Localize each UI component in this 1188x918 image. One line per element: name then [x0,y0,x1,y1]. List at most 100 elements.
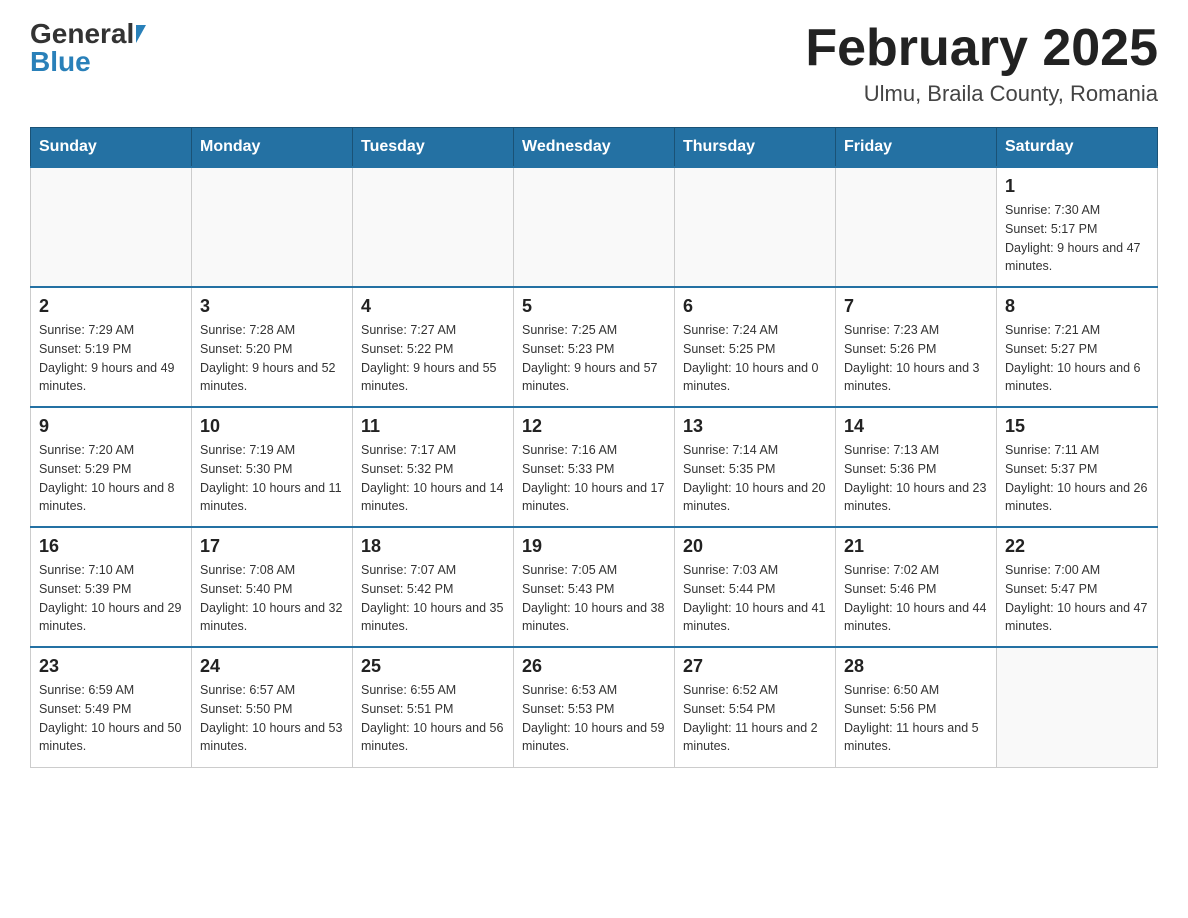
day-number: 5 [522,296,666,317]
day-info: Sunrise: 7:14 AMSunset: 5:35 PMDaylight:… [683,441,827,516]
calendar-cell: 19Sunrise: 7:05 AMSunset: 5:43 PMDayligh… [514,527,675,647]
day-info: Sunrise: 6:59 AMSunset: 5:49 PMDaylight:… [39,681,183,756]
week-row-4: 16Sunrise: 7:10 AMSunset: 5:39 PMDayligh… [31,527,1158,647]
day-header-saturday: Saturday [997,128,1158,168]
calendar-cell: 26 Sunrise: 6:53 AMSunset: 5:53 PMDayligh… [514,647,675,767]
day-number: 14 [844,416,988,437]
day-info: Sunrise: 7:29 AMSunset: 5:19 PMDaylight:… [39,321,183,396]
day-number: 6 [683,296,827,317]
calendar-cell: 22 Sunrise: 7:00 AMSunset: 5:47 PMDayligh… [997,527,1158,647]
day-number: 13 [683,416,827,437]
calendar-cell: 4 Sunrise: 7:27 AMSunset: 5:22 PMDaylight… [353,287,514,407]
calendar-cell: 23 Sunrise: 6:59 AMSunset: 5:49 PMDayligh… [31,647,192,767]
week-row-1: 1Sunrise: 7:30 AMSunset: 5:17 PMDaylight… [31,167,1158,287]
day-header-thursday: Thursday [675,128,836,168]
calendar-cell: 28Sunrise: 6:50 AMSunset: 5:56 PMDayligh… [836,647,997,767]
day-number: 20 [683,536,827,557]
day-number: 7 [844,296,988,317]
day-header-wednesday: Wednesday [514,128,675,168]
calendar-cell [836,167,997,287]
logo: General Blue [30,20,146,76]
day-info: Sunrise: 7:20 AMSunset: 5:29 PMDaylight:… [39,441,183,516]
calendar-cell [997,647,1158,767]
day-info: Sunrise: 7:23 AMSunset: 5:26 PMDaylight:… [844,321,988,396]
day-info: Sunrise: 7:30 AMSunset: 5:17 PMDaylight:… [1005,201,1149,276]
day-info: Sunrise: 7:24 AMSunset: 5:25 PMDaylight:… [683,321,827,396]
day-number: 12 [522,416,666,437]
calendar-table: SundayMondayTuesdayWednesdayThursdayFrid… [30,127,1158,768]
calendar-cell: 20 Sunrise: 7:03 AMSunset: 5:44 PMDayligh… [675,527,836,647]
calendar-cell: 16Sunrise: 7:10 AMSunset: 5:39 PMDayligh… [31,527,192,647]
day-number: 22 [1005,536,1149,557]
calendar-cell: 14 Sunrise: 7:13 AMSunset: 5:36 PMDayligh… [836,407,997,527]
day-number: 25 [361,656,505,677]
calendar-cell: 24Sunrise: 6:57 AMSunset: 5:50 PMDayligh… [192,647,353,767]
calendar-title: February 2025 [805,20,1158,77]
day-info: Sunrise: 6:53 AMSunset: 5:53 PMDaylight:… [522,681,666,756]
day-header-monday: Monday [192,128,353,168]
day-number: 26 [522,656,666,677]
day-info: Sunrise: 6:57 AMSunset: 5:50 PMDaylight:… [200,681,344,756]
title-area: February 2025 Ulmu, Braila County, Roman… [805,20,1158,107]
calendar-cell: 3Sunrise: 7:28 AMSunset: 5:20 PMDaylight… [192,287,353,407]
day-number: 18 [361,536,505,557]
week-row-3: 9Sunrise: 7:20 AMSunset: 5:29 PMDaylight… [31,407,1158,527]
calendar-cell [192,167,353,287]
calendar-cell: 15 Sunrise: 7:11 AMSunset: 5:37 PMDayligh… [997,407,1158,527]
day-number: 11 [361,416,505,437]
calendar-cell: 11 Sunrise: 7:17 AMSunset: 5:32 PMDayligh… [353,407,514,527]
day-number: 23 [39,656,183,677]
day-info: Sunrise: 7:13 AMSunset: 5:36 PMDaylight:… [844,441,988,516]
calendar-cell: 12 Sunrise: 7:16 AMSunset: 5:33 PMDayligh… [514,407,675,527]
day-info: Sunrise: 7:02 AMSunset: 5:46 PMDaylight:… [844,561,988,636]
day-info: Sunrise: 7:17 AMSunset: 5:32 PMDaylight:… [361,441,505,516]
calendar-cell: 10Sunrise: 7:19 AMSunset: 5:30 PMDayligh… [192,407,353,527]
logo-blue-text: Blue [30,48,91,76]
calendar-cell: 13 Sunrise: 7:14 AMSunset: 5:35 PMDayligh… [675,407,836,527]
day-header-friday: Friday [836,128,997,168]
day-info: Sunrise: 7:28 AMSunset: 5:20 PMDaylight:… [200,321,344,396]
logo-general-text: General [30,20,134,48]
day-number: 17 [200,536,344,557]
day-number: 21 [844,536,988,557]
day-info: Sunrise: 6:52 AMSunset: 5:54 PMDaylight:… [683,681,827,756]
day-header-sunday: Sunday [31,128,192,168]
day-number: 15 [1005,416,1149,437]
calendar-cell: 1Sunrise: 7:30 AMSunset: 5:17 PMDaylight… [997,167,1158,287]
calendar-cell [353,167,514,287]
day-info: Sunrise: 7:08 AMSunset: 5:40 PMDaylight:… [200,561,344,636]
header: General Blue February 2025 Ulmu, Braila … [30,20,1158,107]
calendar-cell: 7 Sunrise: 7:23 AMSunset: 5:26 PMDaylight… [836,287,997,407]
day-number: 4 [361,296,505,317]
day-info: Sunrise: 7:25 AMSunset: 5:23 PMDaylight:… [522,321,666,396]
logo-triangle-icon [136,25,146,43]
calendar-cell: 18 Sunrise: 7:07 AMSunset: 5:42 PMDayligh… [353,527,514,647]
day-number: 8 [1005,296,1149,317]
day-number: 27 [683,656,827,677]
day-info: Sunrise: 7:27 AMSunset: 5:22 PMDaylight:… [361,321,505,396]
calendar-cell: 9Sunrise: 7:20 AMSunset: 5:29 PMDaylight… [31,407,192,527]
calendar-cell: 5 Sunrise: 7:25 AMSunset: 5:23 PMDaylight… [514,287,675,407]
calendar-cell: 2 Sunrise: 7:29 AMSunset: 5:19 PMDaylight… [31,287,192,407]
day-header-tuesday: Tuesday [353,128,514,168]
calendar-cell: 8Sunrise: 7:21 AMSunset: 5:27 PMDaylight… [997,287,1158,407]
calendar-cell [675,167,836,287]
calendar-cell: 17 Sunrise: 7:08 AMSunset: 5:40 PMDayligh… [192,527,353,647]
day-number: 16 [39,536,183,557]
day-info: Sunrise: 6:55 AMSunset: 5:51 PMDaylight:… [361,681,505,756]
day-info: Sunrise: 7:00 AMSunset: 5:47 PMDaylight:… [1005,561,1149,636]
day-info: Sunrise: 7:07 AMSunset: 5:42 PMDaylight:… [361,561,505,636]
week-row-2: 2 Sunrise: 7:29 AMSunset: 5:19 PMDaylight… [31,287,1158,407]
day-number: 10 [200,416,344,437]
day-info: Sunrise: 7:16 AMSunset: 5:33 PMDaylight:… [522,441,666,516]
day-number: 2 [39,296,183,317]
day-info: Sunrise: 7:03 AMSunset: 5:44 PMDaylight:… [683,561,827,636]
calendar-cell: 6 Sunrise: 7:24 AMSunset: 5:25 PMDaylight… [675,287,836,407]
day-info: Sunrise: 7:11 AMSunset: 5:37 PMDaylight:… [1005,441,1149,516]
calendar-subtitle: Ulmu, Braila County, Romania [805,81,1158,107]
week-row-5: 23 Sunrise: 6:59 AMSunset: 5:49 PMDayligh… [31,647,1158,767]
day-info: Sunrise: 7:05 AMSunset: 5:43 PMDaylight:… [522,561,666,636]
calendar-cell [31,167,192,287]
calendar-cell [514,167,675,287]
calendar-cell: 21 Sunrise: 7:02 AMSunset: 5:46 PMDayligh… [836,527,997,647]
